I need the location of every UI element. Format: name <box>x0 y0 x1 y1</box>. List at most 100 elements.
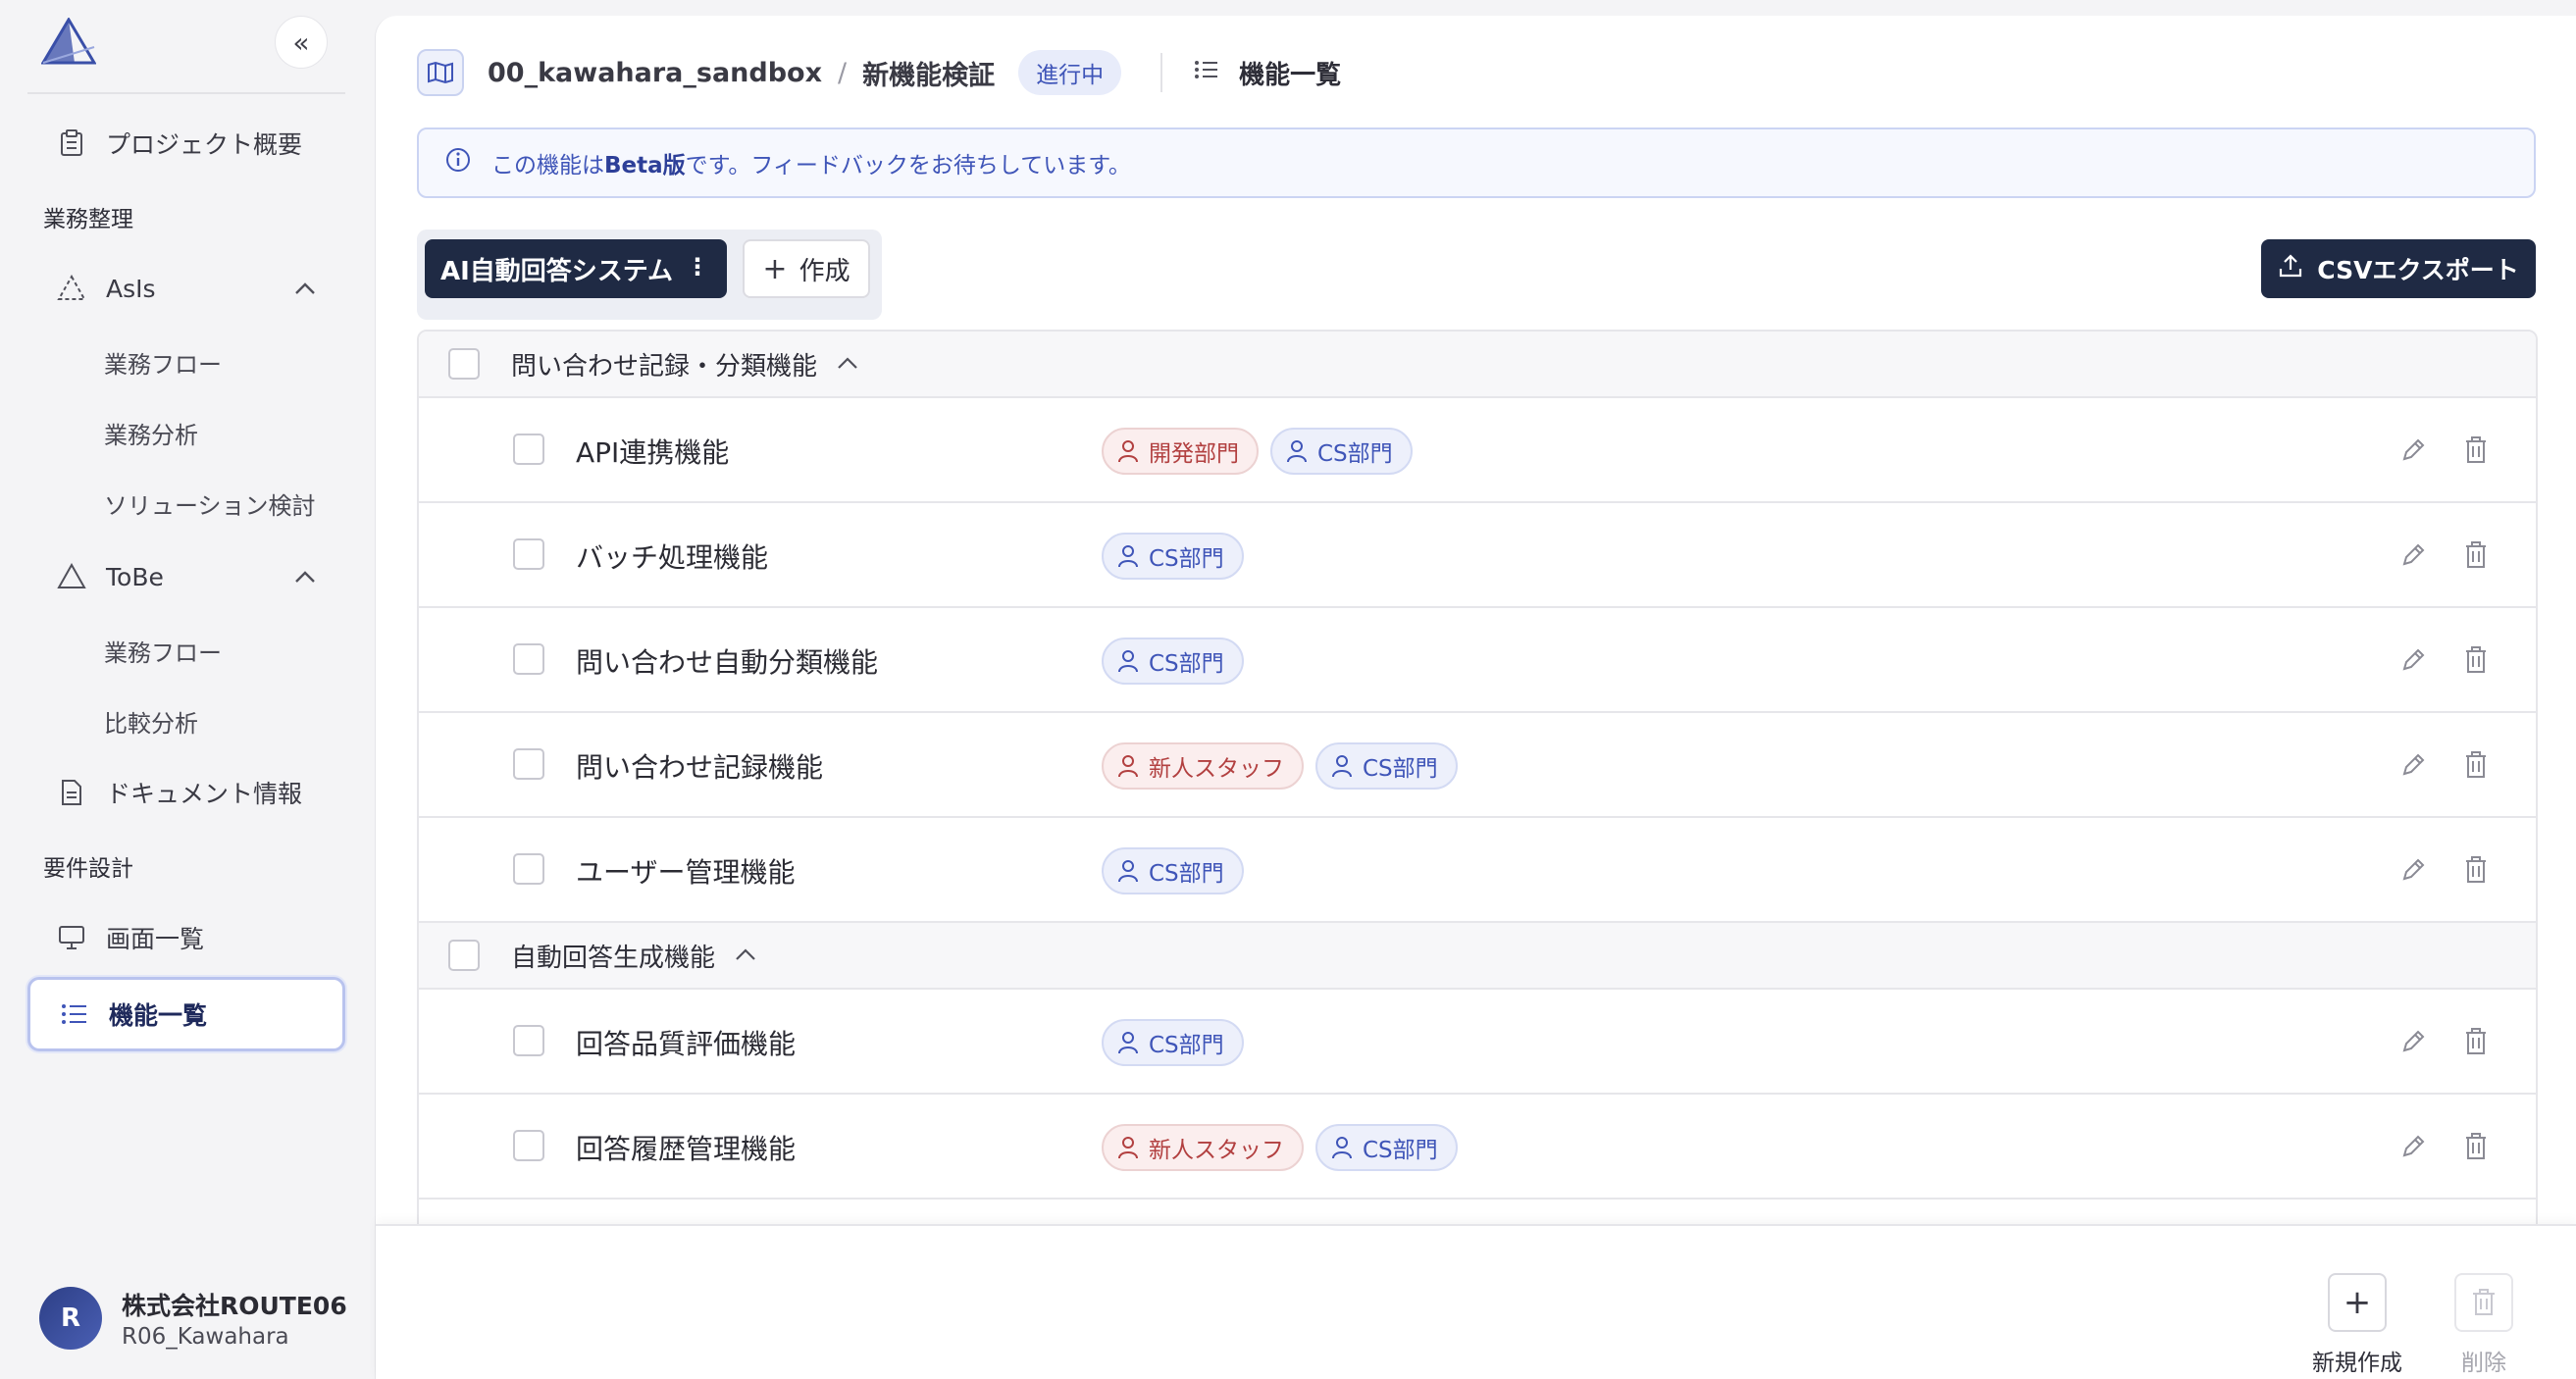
pencil-icon[interactable] <box>2396 853 2430 887</box>
sidebar-item-asis[interactable]: AsIs <box>27 257 345 320</box>
row-checkbox[interactable] <box>513 434 544 465</box>
group-row[interactable]: 自動回答生成機能 <box>419 923 2536 990</box>
new-create-label: 新規作成 <box>2312 1351 2402 1376</box>
sidebar-item-screens[interactable]: 画面一覧 <box>27 906 345 969</box>
group-name: 自動回答生成機能 <box>511 943 716 973</box>
row-checkbox[interactable] <box>513 1130 544 1161</box>
feature-name[interactable]: 問い合わせ記録機能 <box>576 746 823 786</box>
new-create-button[interactable]: + 新規作成 <box>2298 1273 2416 1377</box>
person-icon <box>1117 754 1139 778</box>
role-tag: CS部門 <box>1102 1019 1244 1066</box>
group-name: 問い合わせ記録・分類機能 <box>511 351 818 382</box>
role-tag-label: CS部門 <box>1317 441 1393 467</box>
pencil-icon[interactable] <box>2396 538 2430 572</box>
table-row[interactable]: 回答履歴管理機能 新人スタッフ CS部門 <box>419 1095 2536 1200</box>
trash-icon[interactable] <box>2459 643 2493 677</box>
feature-name[interactable]: 回答履歴管理機能 <box>576 1128 796 1167</box>
row-actions <box>2367 1025 2493 1058</box>
sidebar-item-tobe-flow[interactable]: 業務フロー <box>104 634 222 668</box>
create-system-button[interactable]: + 作成 <box>743 239 870 298</box>
sidebar-item-project-overview[interactable]: プロジェクト概要 <box>27 112 345 175</box>
trash-icon[interactable] <box>2459 1130 2493 1163</box>
table-row[interactable]: ユーザー管理機能 CS部門 <box>419 818 2536 923</box>
table-row[interactable]: バッチ処理機能 CS部門 <box>419 503 2536 608</box>
table-row[interactable]: 問い合わせ自動分類機能 CS部門 <box>419 608 2536 713</box>
map-icon[interactable] <box>417 49 464 96</box>
pencil-icon[interactable] <box>2396 643 2430 677</box>
sidebar-item-label: AsIs <box>106 274 156 303</box>
table-row[interactable]: API連携機能 開発部門 CS部門 <box>419 398 2536 503</box>
sidebar-item-label: 画面一覧 <box>106 925 205 953</box>
list-icon <box>60 999 89 1029</box>
sidebar-collapse-button[interactable]: « <box>275 16 328 69</box>
role-tag: CS部門 <box>1102 638 1244 685</box>
user-organization: 株式会社ROUTE06 <box>122 1292 347 1320</box>
delete-button[interactable]: 削除 <box>2425 1273 2543 1377</box>
sidebar-item-features[interactable]: 機能一覧 <box>27 977 345 1051</box>
feature-name[interactable]: API連携機能 <box>576 432 729 471</box>
avatar: R <box>39 1287 102 1350</box>
tab-system[interactable]: AI自動回答システム ⋮ <box>425 239 727 298</box>
document-icon <box>57 778 86 807</box>
feature-name[interactable]: バッチ処理機能 <box>576 536 768 576</box>
beta-banner: この機能は Beta版 です。フィードバックをお待ちしています。 <box>417 128 2536 198</box>
feature-name[interactable]: 回答品質評価機能 <box>576 1023 796 1062</box>
row-checkbox[interactable] <box>513 1025 544 1056</box>
role-tags: 新人スタッフ CS部門 <box>1102 742 1469 790</box>
trash-icon[interactable] <box>2459 1025 2493 1058</box>
role-tags: 開発部門 CS部門 <box>1102 428 1424 475</box>
chevron-up-icon[interactable] <box>835 351 860 377</box>
row-actions <box>2367 538 2493 572</box>
row-checkbox[interactable] <box>513 853 544 885</box>
sidebar-item-tobe-compare[interactable]: 比較分析 <box>104 704 198 739</box>
sidebar-item-documents[interactable]: ドキュメント情報 <box>27 761 345 824</box>
list-icon <box>1194 58 1219 87</box>
csv-export-button[interactable]: CSVエクスポート <box>2261 239 2536 298</box>
role-tag-label: CS部門 <box>1149 1033 1224 1058</box>
triangle-icon <box>57 562 86 591</box>
sidebar-item-asis-flow[interactable]: 業務フロー <box>104 345 222 380</box>
trash-icon <box>2454 1273 2513 1332</box>
trash-icon[interactable] <box>2459 853 2493 887</box>
banner-suffix: です。フィードバックをお待ちしています。 <box>685 153 1131 179</box>
trash-icon[interactable] <box>2459 538 2493 572</box>
role-tags: CS部門 <box>1102 533 1256 580</box>
double-chevron-left-icon: « <box>292 26 310 59</box>
role-tag: CS部門 <box>1315 1124 1458 1171</box>
row-checkbox[interactable] <box>513 748 544 780</box>
breadcrumb-separator: / <box>838 57 848 88</box>
sidebar-item-asis-analysis[interactable]: 業務分析 <box>104 416 198 450</box>
create-label: 作成 <box>799 256 850 286</box>
pencil-icon[interactable] <box>2396 1025 2430 1058</box>
chevron-up-icon[interactable] <box>733 943 758 968</box>
breadcrumb-subproject[interactable]: 新機能検証 <box>862 54 995 92</box>
role-tag: CS部門 <box>1270 428 1413 475</box>
sidebar-item-tobe[interactable]: ToBe <box>27 545 345 608</box>
table-row[interactable]: 回答品質評価機能 CS部門 <box>419 990 2536 1095</box>
trash-icon[interactable] <box>2459 434 2493 467</box>
row-checkbox[interactable] <box>513 643 544 675</box>
divider <box>1160 53 1163 92</box>
tab-system-label: AI自動回答システム <box>440 256 674 286</box>
feature-name[interactable]: ユーザー管理機能 <box>576 851 795 891</box>
feature-name[interactable]: 問い合わせ自動分類機能 <box>576 641 878 681</box>
group-checkbox[interactable] <box>448 940 480 971</box>
breadcrumb-project[interactable]: 00_kawahara_sandbox <box>488 58 822 88</box>
sidebar-divider <box>27 92 345 94</box>
pencil-icon[interactable] <box>2396 1130 2430 1163</box>
table-row[interactable]: 問い合わせ記録機能 新人スタッフ CS部門 <box>419 713 2536 818</box>
role-tag: CS部門 <box>1102 847 1244 894</box>
group-checkbox[interactable] <box>448 348 480 380</box>
trash-icon[interactable] <box>2459 748 2493 782</box>
user-profile[interactable]: R 株式会社ROUTE06 R06_Kawahara <box>39 1287 347 1350</box>
sidebar-item-asis-solution[interactable]: ソリューション検討 <box>104 486 316 521</box>
pencil-icon[interactable] <box>2396 748 2430 782</box>
group-row[interactable]: 問い合わせ記録・分類機能 <box>419 332 2536 398</box>
pencil-icon[interactable] <box>2396 434 2430 467</box>
row-checkbox[interactable] <box>513 538 544 570</box>
row-actions <box>2367 748 2493 782</box>
more-vertical-icon[interactable]: ⋮ <box>686 253 709 281</box>
person-icon <box>1117 859 1139 883</box>
upload-icon <box>2278 253 2303 284</box>
role-tag-label: CS部門 <box>1363 756 1438 782</box>
